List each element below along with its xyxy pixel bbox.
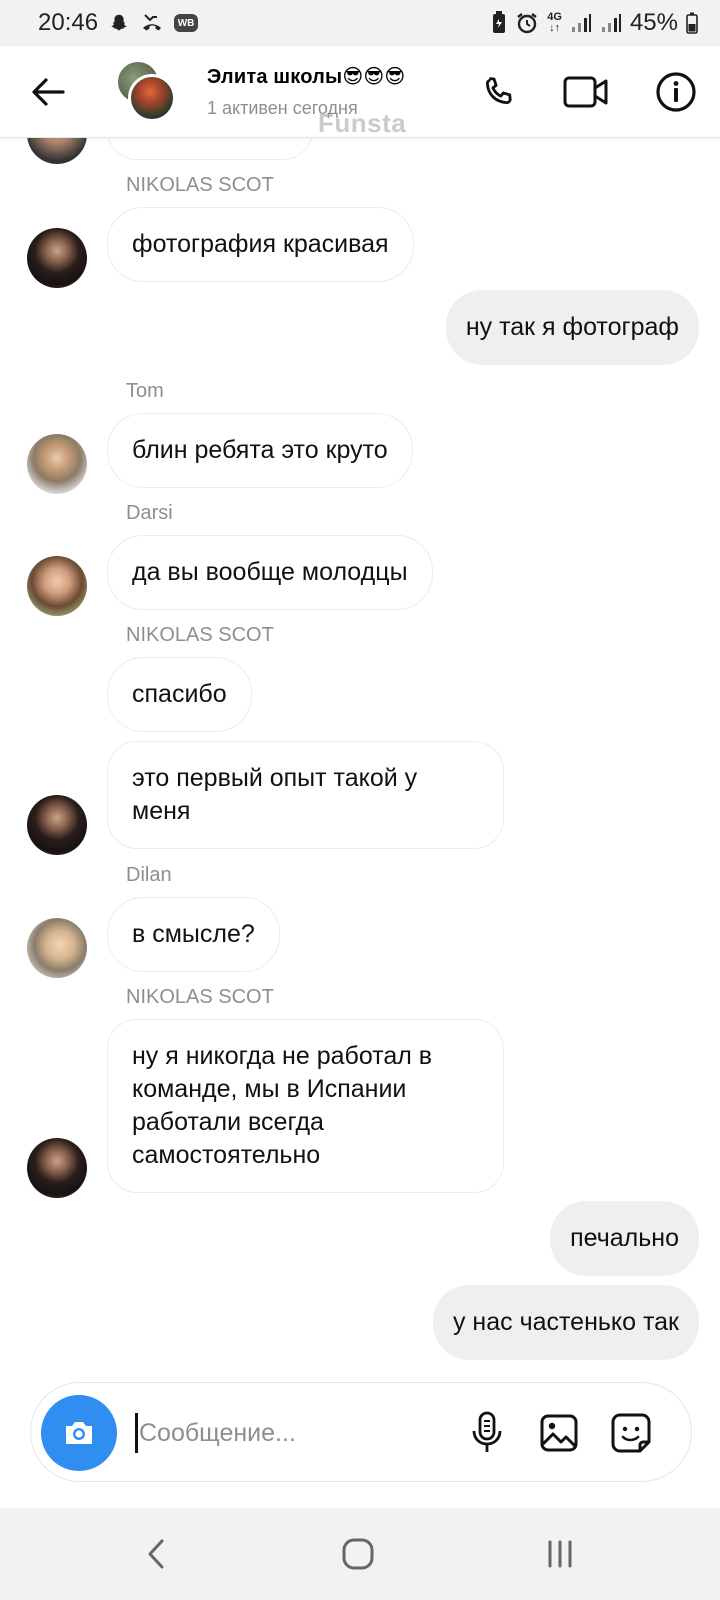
message-sender: NIKOLAS SCOT <box>126 174 274 196</box>
microphone-icon <box>472 1411 502 1452</box>
wb-app-icon: WB <box>174 14 199 32</box>
camera-button[interactable] <box>41 1395 117 1471</box>
video-call-button[interactable] <box>562 68 610 116</box>
message-bubble[interactable]: в смысле? <box>107 897 280 972</box>
nav-back-icon <box>148 1539 164 1569</box>
phone-icon <box>485 77 512 105</box>
info-button[interactable] <box>652 68 700 116</box>
message-list[interactable]: NIKOLAS SCOT фотография красивая ну так … <box>0 0 720 1390</box>
nav-home-icon <box>342 1538 374 1570</box>
battery-percent: 45% <box>629 9 678 36</box>
message-sender: Tom <box>126 380 164 402</box>
message-composer <box>30 1382 692 1482</box>
message-bubble[interactable]: ну я никогда не работал в команде, мы в … <box>107 1019 504 1193</box>
gallery-button[interactable] <box>533 1407 585 1459</box>
message-sender: NIKOLAS SCOT <box>126 986 274 1008</box>
message-sender: NIKOLAS SCOT <box>126 624 274 646</box>
voice-message-button[interactable] <box>461 1407 513 1459</box>
group-avatar-front <box>128 74 176 122</box>
message-bubble[interactable]: это первый опыт такой у меня <box>107 741 504 849</box>
signal-icon <box>570 12 592 34</box>
message-bubble[interactable]: у нас частенько так <box>432 1285 699 1360</box>
nav-recents-icon <box>548 1540 572 1568</box>
avatar[interactable] <box>27 556 87 616</box>
message-bubble[interactable]: печально <box>550 1201 699 1276</box>
avatar[interactable] <box>27 795 87 855</box>
camera-icon <box>66 1422 92 1444</box>
message-bubble[interactable]: блин ребята это круто <box>107 413 413 488</box>
sticker-icon <box>611 1413 651 1453</box>
nav-back-button[interactable] <box>128 1528 184 1580</box>
battery-icon <box>686 12 698 34</box>
message-bubble[interactable]: ну так я фотограф <box>445 290 699 365</box>
watermark: Funsta <box>318 108 407 138</box>
message-bubble[interactable]: да вы вообще молодцы <box>107 535 433 610</box>
battery-saver-icon <box>491 11 507 35</box>
network-4g-icon: 4G ↓↑ <box>547 11 562 34</box>
avatar[interactable] <box>27 918 87 978</box>
nav-home-button[interactable] <box>330 1528 386 1580</box>
chat-title[interactable]: Элита школы😎😎😎 <box>207 64 405 89</box>
missed-call-icon <box>140 12 164 34</box>
system-nav-bar <box>0 1508 720 1600</box>
text-cursor <box>135 1413 138 1453</box>
info-icon <box>656 72 696 112</box>
back-button[interactable] <box>26 70 70 114</box>
status-time: 20:46 <box>38 9 99 36</box>
status-bar: 20:46 WB 4G ↓↑ 45% <box>0 0 720 46</box>
call-button[interactable] <box>474 68 522 116</box>
back-arrow-icon <box>32 78 65 106</box>
avatar[interactable] <box>27 228 87 288</box>
video-camera-icon <box>563 76 608 108</box>
signal-icon <box>600 12 622 34</box>
nav-recents-button[interactable] <box>532 1528 588 1580</box>
message-input[interactable] <box>139 1405 439 1461</box>
message-sender: Darsi <box>126 502 173 524</box>
avatar[interactable] <box>27 434 87 494</box>
chat-header: Элита школы😎😎😎 1 активен сегодня Funsta <box>0 46 720 138</box>
sticker-button[interactable] <box>605 1407 657 1459</box>
gallery-icon <box>540 1414 578 1452</box>
message-bubble[interactable]: фотография красивая <box>107 207 414 282</box>
message-sender: Dilan <box>126 864 172 886</box>
avatar[interactable] <box>27 1138 87 1198</box>
message-bubble[interactable]: спасибо <box>107 657 252 732</box>
alarm-icon <box>515 11 539 35</box>
group-avatar[interactable] <box>116 60 180 124</box>
snapchat-icon <box>108 12 130 34</box>
